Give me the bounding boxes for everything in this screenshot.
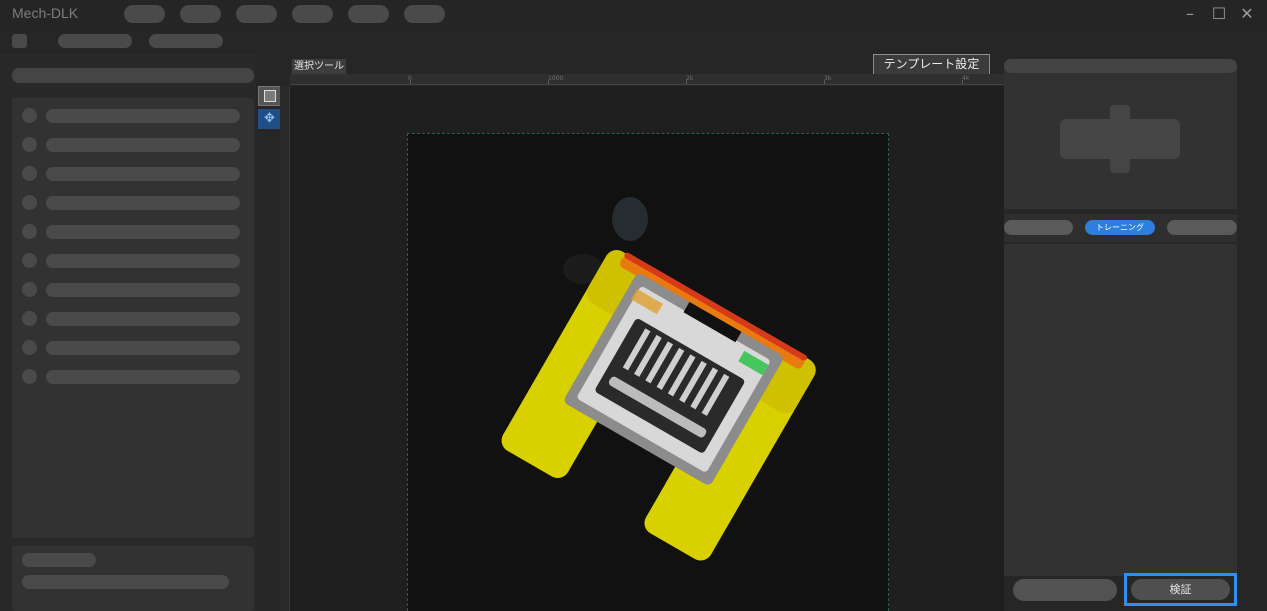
list-item-label-placeholder bbox=[46, 283, 240, 297]
list-item-icon bbox=[22, 108, 37, 123]
bottom-panel-title-placeholder bbox=[22, 553, 96, 567]
list-item[interactable] bbox=[12, 340, 254, 356]
right-panel: トレーニング 検証 bbox=[1004, 54, 1267, 611]
close-icon[interactable]: ✕ bbox=[1237, 4, 1257, 24]
maximize-icon[interactable]: ☐ bbox=[1209, 4, 1229, 24]
list-item-icon bbox=[22, 311, 37, 326]
parameters-panel bbox=[1004, 244, 1237, 576]
list-item-label-placeholder bbox=[46, 138, 240, 152]
list-item[interactable] bbox=[12, 311, 254, 327]
ruler-tick-label: 1000 bbox=[548, 75, 564, 82]
menu-item-placeholder[interactable] bbox=[124, 5, 165, 23]
canvas-area: 選択ツール テンプレート設定 0 1000 2k 3k 4k bbox=[290, 54, 1004, 611]
list-item-icon bbox=[22, 195, 37, 210]
list-item-label-placeholder bbox=[46, 196, 240, 210]
select-tool-icon[interactable] bbox=[258, 86, 281, 106]
list-item[interactable] bbox=[12, 282, 254, 298]
image-canvas[interactable] bbox=[290, 86, 1004, 611]
list-item-icon bbox=[22, 166, 37, 181]
move-tool-icon[interactable]: ✥ bbox=[258, 109, 281, 129]
list-item-icon bbox=[22, 253, 37, 268]
list-item-label-placeholder bbox=[46, 225, 240, 239]
list-item-label-placeholder bbox=[46, 167, 240, 181]
app-window: Mech-DLK – ☐ ✕ ✥ 選択ツール テンプレート設定 0 1000 2… bbox=[0, 0, 1267, 611]
tab-placeholder[interactable] bbox=[1167, 220, 1237, 235]
list-item[interactable] bbox=[12, 369, 254, 385]
menu-item-placeholder[interactable] bbox=[236, 5, 277, 23]
list-item-icon bbox=[22, 224, 37, 239]
horizontal-ruler: 0 1000 2k 3k 4k bbox=[290, 74, 1004, 85]
list-item[interactable] bbox=[12, 108, 254, 124]
app-title: Mech-DLK bbox=[12, 5, 79, 21]
vertical-ruler bbox=[280, 86, 290, 611]
selection-tool-label: 選択ツール bbox=[292, 59, 346, 74]
connector-image bbox=[501, 197, 816, 561]
list-item-icon bbox=[22, 282, 37, 297]
list-item[interactable] bbox=[12, 224, 254, 240]
list-item-icon bbox=[22, 137, 37, 152]
list-item-label-placeholder bbox=[46, 312, 240, 326]
list-item-label-placeholder bbox=[46, 370, 240, 384]
toolbar-icon-placeholder[interactable] bbox=[12, 34, 27, 48]
list-item[interactable] bbox=[12, 166, 254, 182]
menu-item-placeholder[interactable] bbox=[404, 5, 445, 23]
list-item-label-placeholder bbox=[46, 341, 240, 355]
verify-button[interactable]: 検証 bbox=[1131, 579, 1230, 600]
toolbar bbox=[0, 28, 1267, 54]
ruler-tick-label: 0 bbox=[408, 75, 412, 82]
module-list bbox=[12, 98, 254, 538]
image-bounds[interactable] bbox=[407, 133, 889, 611]
template-settings-button[interactable]: テンプレート設定 bbox=[873, 54, 990, 75]
menu-item-placeholder[interactable] bbox=[180, 5, 221, 23]
preview-panel bbox=[1004, 59, 1237, 209]
list-item[interactable] bbox=[12, 253, 254, 269]
list-item[interactable] bbox=[12, 195, 254, 211]
tab-bar: トレーニング bbox=[1004, 214, 1237, 242]
verify-button-highlight: 検証 bbox=[1124, 573, 1237, 606]
preview-title-placeholder bbox=[1004, 59, 1237, 73]
toolbar-item-placeholder[interactable] bbox=[58, 34, 132, 48]
left-bottom-panel bbox=[12, 546, 254, 611]
list-item-icon bbox=[22, 340, 37, 355]
toolbar-item-placeholder[interactable] bbox=[149, 34, 223, 48]
add-icon-vertical bbox=[1110, 105, 1130, 173]
ruler-tick-label: 2k bbox=[686, 75, 694, 82]
list-item-label-placeholder bbox=[46, 109, 240, 123]
bottom-panel-bar-placeholder[interactable] bbox=[22, 575, 229, 589]
menu-item-placeholder[interactable] bbox=[348, 5, 389, 23]
ruler-tick-label: 4k bbox=[962, 75, 970, 82]
ruler-tick-label: 3k bbox=[824, 75, 832, 82]
list-item-label-placeholder bbox=[46, 254, 240, 268]
tab-placeholder[interactable] bbox=[1004, 220, 1073, 235]
menu-item-placeholder[interactable] bbox=[292, 5, 333, 23]
minimize-icon[interactable]: – bbox=[1180, 4, 1200, 24]
tab-training[interactable]: トレーニング bbox=[1085, 220, 1155, 235]
list-item[interactable] bbox=[12, 137, 254, 153]
left-panel-header-placeholder bbox=[12, 68, 254, 83]
list-item-icon bbox=[22, 369, 37, 384]
bottom-action-button-placeholder[interactable] bbox=[1013, 579, 1117, 601]
title-bar: Mech-DLK – ☐ ✕ bbox=[0, 0, 1267, 28]
left-panel bbox=[0, 54, 256, 611]
